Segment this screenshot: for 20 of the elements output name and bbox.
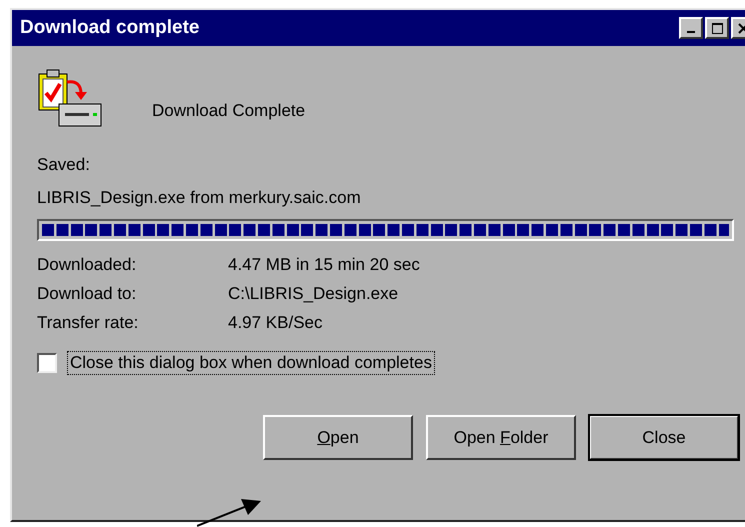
detail-value: C:\LIBRIS_Design.exe [228,284,400,304]
window-title: Download complete [20,17,200,39]
minimize-icon [687,31,695,33]
checkbox[interactable] [37,353,57,373]
status-heading: Download Complete [152,100,306,121]
dialog-button[interactable]: Open Folder [426,415,576,460]
dialog-button[interactable]: Close [589,415,739,460]
detail-label: Downloaded: [37,255,138,275]
detail-value: 4.47 MB in 15 min 20 sec [228,255,421,275]
detail-value: 4.97 KB/Sec [228,313,324,333]
minimize-button[interactable] [679,17,703,39]
annotation-arrow [197,499,261,527]
detail-label: Transfer rate: [37,313,140,333]
saved-label: Saved: [37,154,91,176]
file-source-text: LIBRIS_Design.exe from merkury.saic.com [37,187,362,209]
dialog-button[interactable]: Open [263,415,413,460]
checkbox-label: Close this dialog box when download completes [67,351,435,375]
maximize-button[interactable] [705,17,729,39]
detail-label: Download to: [37,284,138,304]
maximize-icon [712,22,722,34]
